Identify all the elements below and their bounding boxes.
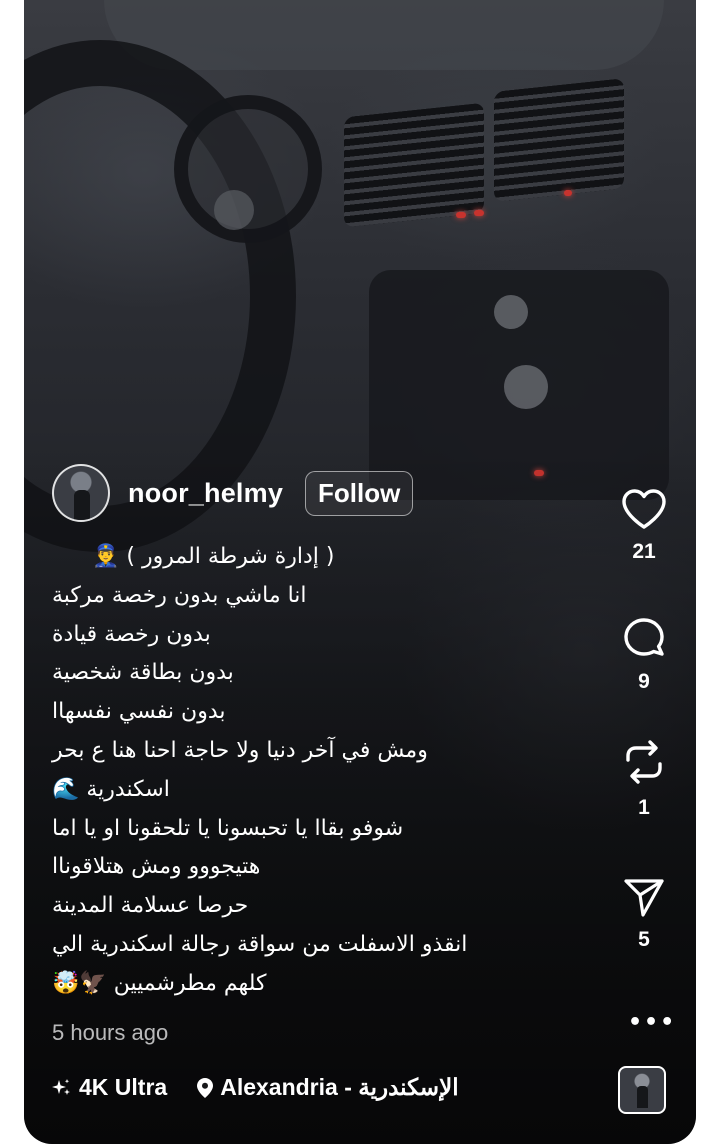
caption-line: بدون نفسي نفسهاا [52, 699, 226, 725]
caption-line: ( إدارة شرطة المرور ) 👮‍♂️ [92, 544, 335, 569]
reel-view[interactable]: noor_helmy Follow ( إدارة شرطة المرور ) … [24, 0, 696, 1144]
indicator-light-shape [456, 212, 466, 218]
like-button[interactable]: 21 [604, 488, 684, 564]
comment-bubble-icon [624, 618, 664, 656]
console-knob-shape [504, 365, 548, 409]
like-count: 21 [632, 540, 656, 563]
more-options-icon[interactable]: ••• [628, 1010, 674, 1035]
repost-icon [626, 740, 662, 784]
follow-button[interactable]: Follow [305, 470, 414, 516]
air-vent-shape [344, 102, 484, 228]
caption-line: بدون بطاقة شخصية [52, 660, 234, 686]
caption-line: انا ماشي بدون رخصة مركبة [52, 582, 307, 608]
location-chip[interactable]: Alexandria - الإسكندرية [197, 1074, 459, 1101]
caption-line: بدون رخصة قيادة [52, 621, 211, 647]
caption-line: ومش في آخر دنيا ولا حاجة احنا هنا ع بحر [52, 737, 428, 763]
caption-line: شوفو بقاا يا تحبسونا يا تلحقونا او يا ام… [52, 815, 404, 841]
sparkle-icon [52, 1078, 70, 1095]
share-count: 5 [638, 928, 650, 951]
repost-count: 1 [638, 796, 650, 819]
post-timestamp: 5 hours ago [52, 1020, 169, 1045]
location-pin-icon [197, 1077, 214, 1098]
post-meta-row: 4K Ultra Alexandria - الإسكندرية [52, 1074, 459, 1101]
repost-button[interactable]: 1 [604, 738, 684, 820]
gauge-shape [174, 95, 322, 243]
caption-line: اسكندرية 🌊 [52, 776, 170, 802]
video-background [104, 0, 664, 70]
gauge-center-shape [214, 190, 254, 230]
caption-line: كلهم مطرشميين 🦅🤯 [52, 970, 267, 996]
avatar[interactable] [52, 464, 110, 522]
caption-line: حرصا عسلامة المدينة [52, 893, 249, 919]
post-header: noor_helmy Follow [52, 464, 414, 522]
console-knob-shape [494, 295, 528, 329]
username-link[interactable]: noor_helmy [128, 478, 283, 509]
center-console-shape [369, 270, 669, 500]
share-button[interactable]: 5 [604, 876, 684, 952]
caption-line: انقذو الاسفلت من سواقة رجالة اسكندرية ال… [52, 931, 468, 957]
indicator-light-shape [564, 190, 572, 196]
send-icon [624, 879, 664, 917]
comment-button[interactable]: 9 [604, 616, 684, 694]
audio-thumbnail[interactable] [618, 1066, 666, 1114]
heart-icon [622, 489, 666, 529]
location-label: Alexandria - الإسكندرية [220, 1074, 459, 1100]
comment-count: 9 [638, 670, 650, 693]
post-caption[interactable]: ( إدارة شرطة المرور ) 👮‍♂️ انا ماشي بدون… [52, 538, 552, 1004]
indicator-light-shape [534, 470, 544, 476]
indicator-light-shape [474, 210, 484, 216]
air-vent-shape [494, 78, 624, 202]
quality-label: 4K Ultra [79, 1074, 168, 1100]
quality-chip[interactable]: 4K Ultra [52, 1074, 167, 1101]
caption-line: هتيجووو ومش هتلاقوناا [52, 854, 261, 880]
